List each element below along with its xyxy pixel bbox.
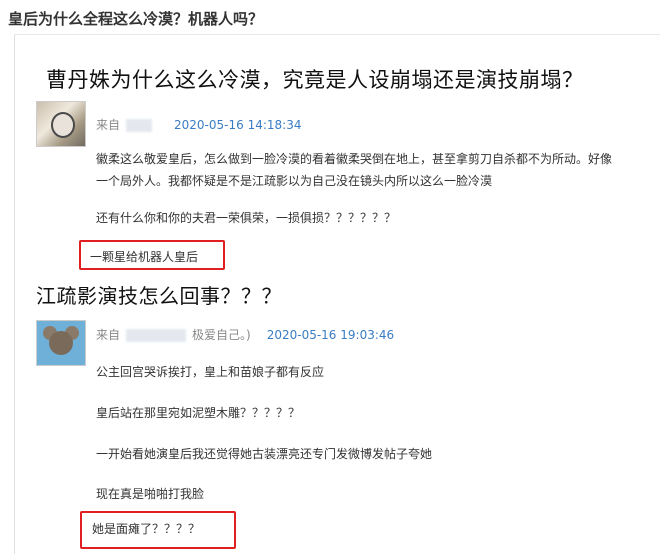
comment-line: 公主回宫哭诉挨打，皇上和苗娘子都有反应 bbox=[96, 365, 325, 379]
page-title: 皇后为什么全程这么冷漠？机器人吗？ bbox=[8, 10, 264, 28]
comment-line: 现在真是啪啪打我脸 bbox=[96, 487, 205, 501]
blurred-username bbox=[126, 119, 153, 132]
comment-line: 一开始看她演皇后我还觉得她古装漂亮还专门发微博发帖子夸她 bbox=[96, 447, 433, 461]
comment-line: 还有什么你和你的夫君一荣俱荣，一损俱损？？？？？？ bbox=[96, 211, 397, 225]
highlighted-comment-line: 一颗星给机器人皇后 bbox=[90, 250, 199, 264]
avatar-figure-icon bbox=[51, 112, 75, 138]
avatar[interactable] bbox=[36, 101, 86, 147]
from-label: 来自 bbox=[96, 118, 121, 132]
comment-line: 皇后站在那里宛如泥塑木雕？？？？？ bbox=[96, 406, 301, 420]
comment-line: 一个局外人。我都怀疑是不是江疏影以为自己没在镜头内所以这么一脸冷漠 bbox=[96, 174, 493, 188]
comment-date: 2020-05-16 14:18:34 bbox=[174, 118, 302, 132]
comment-date: 2020-05-16 19:03:46 bbox=[266, 328, 395, 342]
section1-heading: 曹丹姝为什么这么冷漠，究竟是人设崩塌还是演技崩塌？ bbox=[46, 68, 584, 92]
blurred-username bbox=[126, 329, 187, 342]
comment1-meta: 来自 2020-05-16 14:18:34 bbox=[96, 116, 301, 133]
avatar[interactable] bbox=[36, 320, 86, 366]
username-suffix: 极爱自己。) bbox=[192, 328, 251, 342]
comment2-meta: 来自 极爱自己。) 2020-05-16 19:03:46 bbox=[96, 326, 394, 343]
from-label: 来自 bbox=[96, 328, 121, 342]
highlighted-comment-line: 她是面瘫了？？？？ bbox=[92, 522, 201, 536]
comment-line: 徽柔这么敬爱皇后，怎么做到一脸冷漠的看着徽柔哭倒在地上，甚至拿剪刀自杀都不为所动… bbox=[96, 152, 613, 166]
section2-heading: 江疏影演技怎么回事？？？ bbox=[36, 284, 282, 308]
mouse-face-icon bbox=[49, 331, 73, 355]
